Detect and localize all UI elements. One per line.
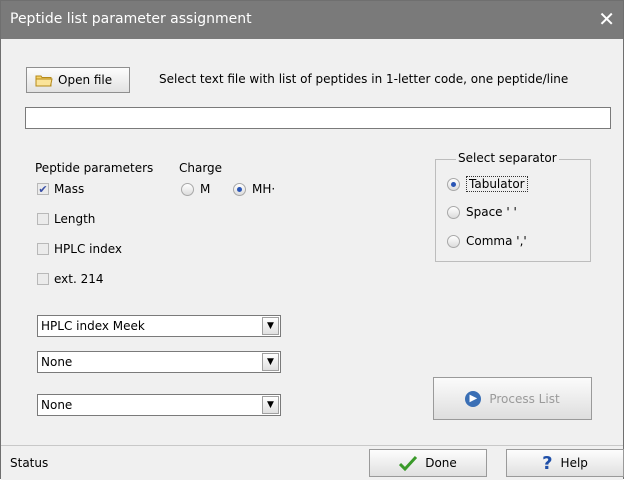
help-button[interactable]: ? Help [506,449,624,477]
separator-legend: Select separator [456,151,559,165]
charge-m-option[interactable]: M [181,182,210,196]
info-icon: ▶ [465,390,482,407]
help-label: Help [560,456,588,470]
comma-label: Comma ',' [466,234,527,248]
ext214-label: ext. 214 [54,272,104,286]
status-bar: Status Done ? Help [1,445,624,480]
dropdown-3-value: None [41,398,73,412]
done-label: Done [425,456,457,470]
charge-m-label: M [200,182,211,196]
charge-label: Charge [179,161,223,175]
length-checkbox[interactable] [37,213,49,225]
dropdown-3[interactable]: None ▼ [37,394,281,416]
ext214-checkbox[interactable] [37,273,49,285]
file-hint-text: Select text file with list of peptides i… [159,72,569,86]
chevron-down-icon[interactable]: ▼ [262,317,279,335]
window-title: Peptide list parameter assignment [10,11,252,27]
chevron-down-icon[interactable]: ▼ [262,353,279,371]
process-list-label: Process List [489,391,560,406]
tabulator-radio[interactable] [447,177,460,191]
done-button[interactable]: Done [369,449,487,477]
open-file-button[interactable]: Open file [26,67,130,93]
mass-label: Mass [54,182,85,196]
length-checkbox-row[interactable]: Length [37,212,95,226]
space-option[interactable]: Space ' ' [447,205,517,219]
peptide-parameters-label: Peptide parameters [35,161,154,175]
charge-mh-label: MH· [252,182,276,196]
dropdown-1[interactable]: HPLC index Meek ▼ [37,315,281,337]
length-label: Length [54,212,96,226]
charge-mh-radio[interactable] [233,182,246,196]
mass-checkbox[interactable]: ✔ [37,183,49,195]
open-file-label: Open file [58,73,113,87]
file-path-field[interactable] [25,107,611,129]
dropdown-2-value: None [41,355,73,369]
hplc-index-checkbox[interactable] [37,243,49,255]
chevron-down-icon[interactable]: ▼ [262,396,279,414]
charge-m-radio[interactable] [181,182,194,196]
mass-checkbox-row[interactable]: ✔ Mass [37,182,84,196]
charge-mh-option[interactable]: MH· [233,182,275,196]
dropdown-1-value: HPLC index Meek [41,319,145,333]
hplc-index-checkbox-row[interactable]: HPLC index [37,242,122,256]
folder-icon [35,74,53,87]
dropdown-2[interactable]: None ▼ [37,351,281,373]
checkmark-icon [399,455,418,471]
dialog-window: Peptide list parameter assignment ✕ Open… [0,0,624,480]
comma-radio[interactable] [447,234,460,248]
space-label: Space ' ' [466,205,517,219]
close-icon[interactable]: ✕ [598,7,615,31]
title-bar: Peptide list parameter assignment ✕ [1,1,623,39]
space-radio[interactable] [447,205,460,219]
tabulator-option[interactable]: Tabulator [447,176,528,192]
status-text: Status [10,456,49,470]
ext214-checkbox-row[interactable]: ext. 214 [37,272,104,286]
question-icon: ? [542,452,553,474]
hplc-index-label: HPLC index [54,242,122,256]
process-list-button[interactable]: ▶ Process List [433,377,592,420]
tabulator-label: Tabulator [466,176,528,192]
comma-option[interactable]: Comma ',' [447,234,527,248]
